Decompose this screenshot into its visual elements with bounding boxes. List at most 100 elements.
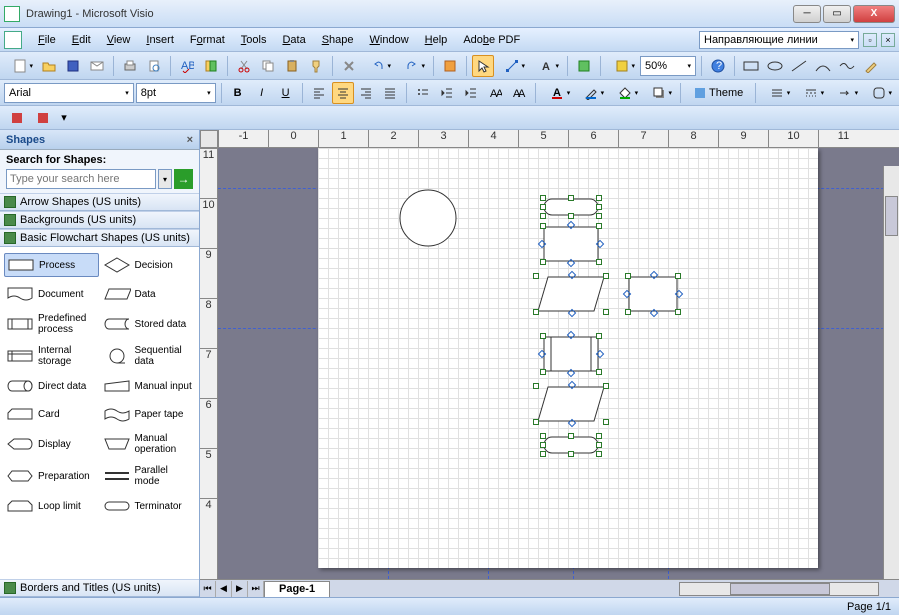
stencil-arrow-shapes[interactable]: Arrow Shapes (US units) [0,193,199,211]
page-first-button[interactable]: ⏮ [200,581,216,597]
text-tool-button[interactable]: A [530,55,562,77]
ruler-corner[interactable] [200,130,218,148]
shape-master-document[interactable]: Document [4,283,99,305]
menu-edit[interactable]: Edit [64,32,99,48]
canvas-viewport[interactable] [218,148,899,579]
minimize-button[interactable]: ─ [793,5,821,23]
zoom-combo[interactable]: 50%▾ [640,56,696,76]
canvas-process-shape[interactable] [543,226,599,262]
shape-master-sequential-data[interactable]: Sequential data [101,343,196,369]
email-button[interactable] [86,55,108,77]
ruler-horizontal[interactable]: -101234567891011 [218,130,899,148]
menu-tools[interactable]: Tools [233,32,275,48]
page-last-button[interactable]: ⏭ [248,581,264,597]
fill-color-button[interactable] [609,82,641,104]
ruler-vertical[interactable]: 1110987654 [200,148,218,579]
pdf-dropdown[interactable]: ▾ [58,107,70,129]
delete-button[interactable] [338,55,360,77]
canvas-predefined-process-shape[interactable] [543,336,599,372]
connector-tool-button[interactable] [496,55,528,77]
drawing-page[interactable] [318,148,818,568]
shadow-button[interactable] [643,82,675,104]
shape-master-loop-limit[interactable]: Loop limit [4,495,99,517]
undo-button[interactable] [362,55,394,77]
arc-tool-button[interactable] [812,55,834,77]
search-dropdown[interactable]: ▾ [158,169,172,189]
increase-indent-button[interactable] [460,82,482,104]
font-color-button[interactable]: A [541,82,573,104]
align-left-button[interactable] [308,82,330,104]
canvas-terminator-shape-2[interactable] [543,436,599,454]
canvas-process-shape-2[interactable] [628,276,678,312]
italic-button[interactable]: I [251,82,273,104]
page-next-button[interactable]: ▶ [232,581,248,597]
shape-master-manual-operation[interactable]: Manual operation [101,431,196,457]
font-combo[interactable]: Arial▾ [4,83,134,103]
decrease-indent-button[interactable] [436,82,458,104]
shape-master-predefined-process[interactable]: Predefined process [4,311,99,337]
help-button[interactable]: ? [707,55,729,77]
shape-master-decision[interactable]: Decision [101,253,196,277]
shape-master-preparation[interactable]: Preparation [4,463,99,489]
horizontal-scrollbar[interactable] [679,582,879,596]
ellipse-tool-button[interactable] [764,55,786,77]
page-tab[interactable]: Page-1 [264,581,330,597]
menu-format[interactable]: Format [182,32,233,48]
shape-master-parallel-mode[interactable]: Parallel mode [101,463,196,489]
shape-master-card[interactable]: Card [4,403,99,425]
shape-master-paper-tape[interactable]: Paper tape [101,403,196,425]
redo-button[interactable] [396,55,428,77]
menu-insert[interactable]: Insert [138,32,182,48]
pdf-convert-email-button[interactable] [32,107,54,129]
shape-master-direct-data[interactable]: Direct data [4,375,99,397]
menu-data[interactable]: Data [274,32,313,48]
rectangle-tool-button[interactable] [740,55,762,77]
search-go-button[interactable]: → [174,169,193,189]
page-prev-button[interactable]: ◀ [216,581,232,597]
stencil-basic-flowchart[interactable]: Basic Flowchart Shapes (US units) [0,229,199,247]
line-tool-button[interactable] [788,55,810,77]
shape-master-internal-storage[interactable]: Internal storage [4,343,99,369]
menu-adobe[interactable]: Adobe PDF [455,32,528,48]
cut-button[interactable] [233,55,255,77]
visio-icon[interactable] [4,31,22,49]
align-justify-button[interactable] [379,82,401,104]
help-combo[interactable]: Направляющие линии▾ [699,31,859,49]
mdi-restore-button[interactable]: ▫ [863,33,877,47]
align-right-button[interactable] [356,82,378,104]
increase-fontsize-button[interactable]: AA [508,82,530,104]
shape-master-data[interactable]: Data [101,283,196,305]
menu-help[interactable]: Help [417,32,456,48]
search-input[interactable] [6,169,156,189]
corner-rounding-button[interactable] [863,82,895,104]
shape-master-terminator[interactable]: Terminator [101,495,196,517]
line-color-button[interactable] [575,82,607,104]
format-painter-button[interactable] [305,55,327,77]
vertical-scrollbar[interactable] [883,166,899,579]
ink-tool-button[interactable] [573,55,595,77]
canvas-circle-shape[interactable] [398,188,458,248]
shape-master-manual-input[interactable]: Manual input [101,375,196,397]
paste-button[interactable] [281,55,303,77]
mdi-close-button[interactable]: × [881,33,895,47]
copy-button[interactable] [257,55,279,77]
save-button[interactable] [62,55,84,77]
print-preview-button[interactable] [143,55,165,77]
canvas-terminator-shape[interactable] [543,198,599,216]
pencil-tool-button[interactable] [860,55,882,77]
theme-button[interactable]: Theme [686,82,750,104]
line-ends-button[interactable] [829,82,861,104]
shape-master-stored-data[interactable]: Stored data [101,311,196,337]
align-center-button[interactable] [332,82,354,104]
line-weight-button[interactable] [761,82,793,104]
close-button[interactable]: X [853,5,895,23]
underline-button[interactable]: U [275,82,297,104]
menu-window[interactable]: Window [362,32,417,48]
fill-tool-button[interactable] [606,55,638,77]
fontsize-combo[interactable]: 8pt▾ [136,83,216,103]
bold-button[interactable]: B [227,82,249,104]
print-button[interactable] [119,55,141,77]
menu-file[interactable]: File [30,32,64,48]
stencil-borders-titles[interactable]: Borders and Titles (US units) [0,579,199,597]
decrease-fontsize-button[interactable]: AA [484,82,506,104]
